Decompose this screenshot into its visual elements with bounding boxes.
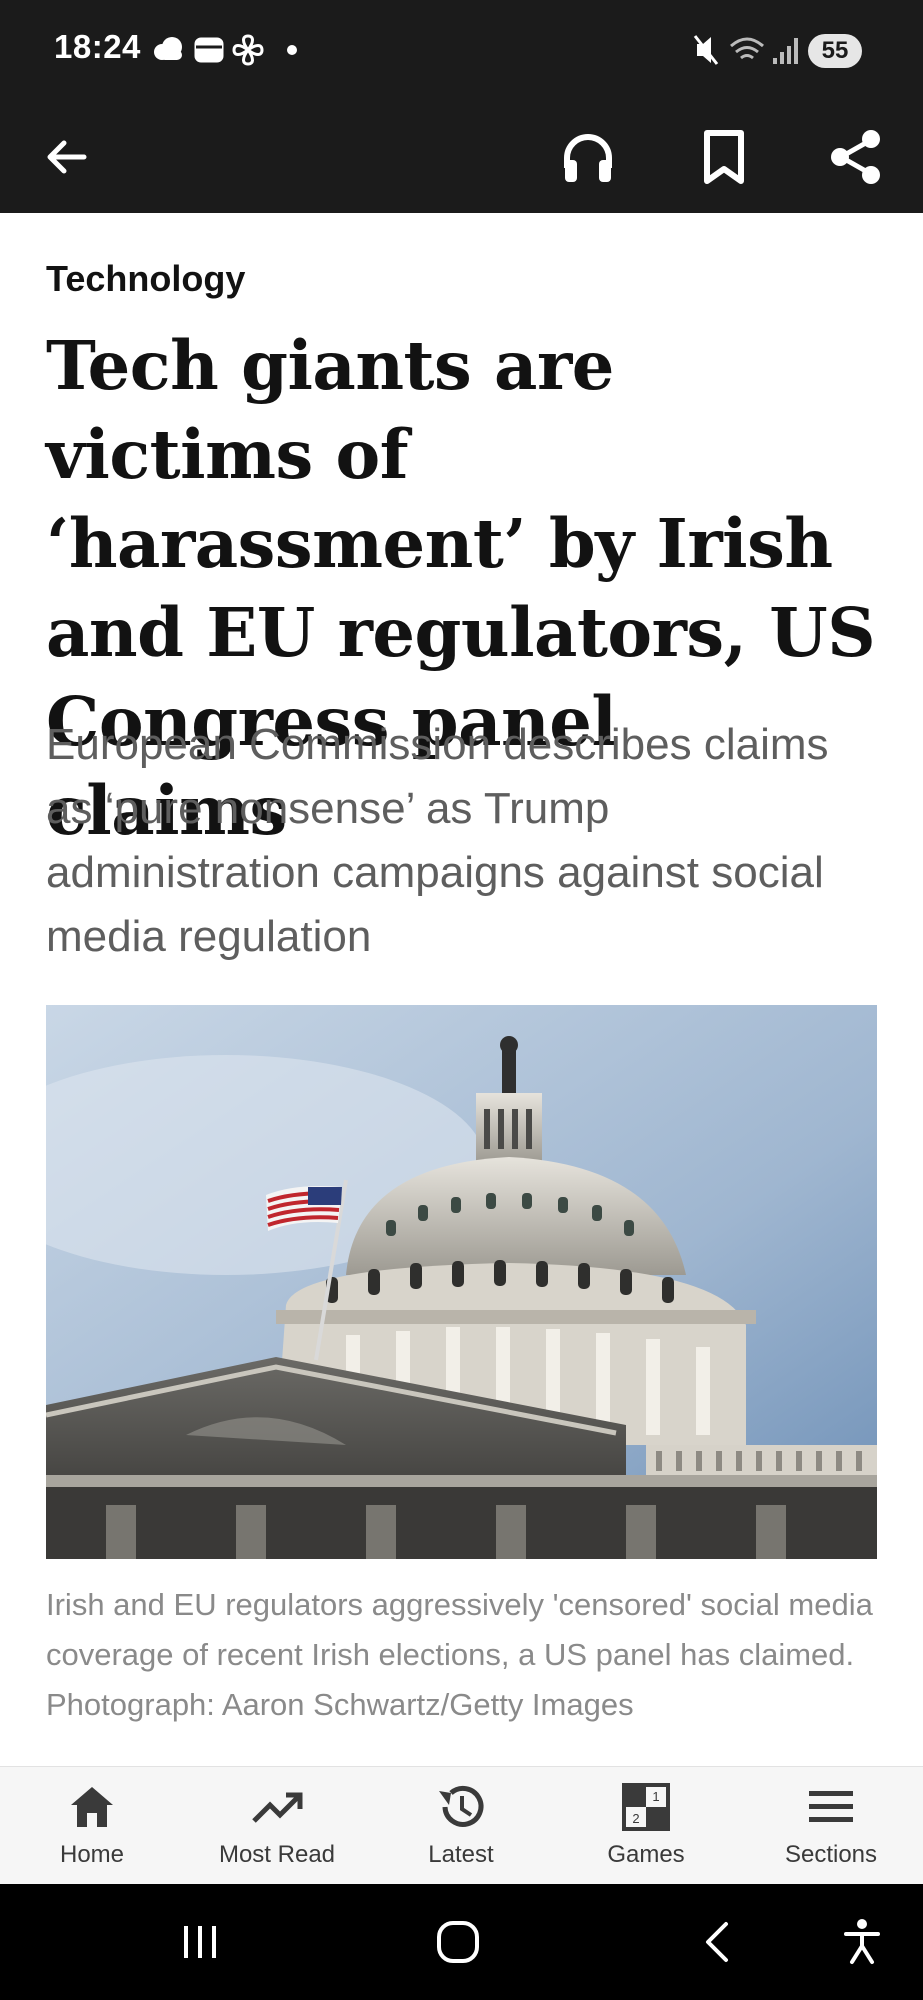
- nav-label-sections: Sections: [784, 1841, 878, 1868]
- pinwheel-icon: [232, 34, 264, 66]
- weather-icon: [154, 37, 182, 60]
- image-caption: Irish and EU regulators aggressively 'ce…: [46, 1587, 873, 1722]
- wifi-icon: [730, 37, 764, 60]
- status-system-icons: [693, 35, 798, 65]
- headphones-icon: [564, 133, 612, 182]
- bookmark-icon: [704, 129, 744, 184]
- nav-label-home: Home: [59, 1841, 125, 1868]
- section-label[interactable]: Technology: [46, 258, 245, 300]
- system-navigation-bar: [0, 1884, 923, 2000]
- wallet-icon: [194, 37, 224, 63]
- system-back-button[interactable]: [668, 1884, 768, 2000]
- share-icon: [831, 129, 880, 184]
- listen-button[interactable]: [548, 100, 628, 213]
- home-circle-icon: [437, 1921, 479, 1963]
- nav-item-games[interactable]: 1 2 Games: [554, 1767, 738, 1885]
- nav-item-latest[interactable]: Latest: [369, 1767, 553, 1885]
- nav-label-games: Games: [607, 1841, 685, 1868]
- status-time: 18:24: [54, 28, 141, 65]
- dot-icon: [287, 45, 297, 55]
- svg-text:1: 1: [652, 1789, 659, 1804]
- status-notification-icons: [154, 34, 297, 66]
- capitol-dome-photo: [46, 1005, 877, 1559]
- back-arrow-icon: [47, 140, 87, 173]
- top-app-bar: [0, 100, 923, 213]
- nav-label-latest: Latest: [428, 1841, 494, 1868]
- status-bar: 18:24 55: [0, 0, 923, 100]
- standfirst: European Commission describes claims as …: [46, 720, 829, 961]
- signal-icon: [773, 38, 798, 64]
- menu-icon: [809, 1791, 853, 1822]
- share-button[interactable]: [816, 100, 896, 213]
- svg-text:2: 2: [632, 1811, 639, 1826]
- nav-item-sections[interactable]: Sections: [739, 1767, 923, 1885]
- nav-item-home[interactable]: Home: [0, 1767, 184, 1885]
- mute-icon: [693, 35, 719, 65]
- battery-indicator: 55: [808, 34, 862, 68]
- history-icon: [439, 1785, 484, 1827]
- back-button[interactable]: [26, 100, 106, 213]
- nav-label-most-read: Most Read: [218, 1841, 336, 1868]
- trending-icon: [252, 1792, 303, 1823]
- back-chevron-icon: [706, 1922, 728, 1962]
- nav-item-most-read[interactable]: Most Read: [185, 1767, 369, 1885]
- system-home-button[interactable]: [408, 1884, 508, 2000]
- bottom-navigation: Home Most Read Latest 1 2 Games Sections: [0, 1766, 923, 1884]
- hero-image[interactable]: [46, 1005, 877, 1559]
- bookmark-button[interactable]: [684, 100, 764, 213]
- accessibility-button[interactable]: [812, 1884, 912, 2000]
- recents-button[interactable]: [150, 1884, 250, 2000]
- accessibility-icon: [844, 1919, 880, 1964]
- recents-icon: [184, 1926, 216, 1958]
- games-icon: 1 2: [622, 1783, 670, 1831]
- home-icon: [71, 1787, 113, 1827]
